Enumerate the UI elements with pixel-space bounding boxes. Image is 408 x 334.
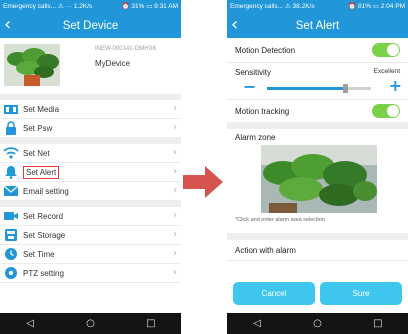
clock-icon bbox=[3, 247, 19, 261]
status-left: Emergency calls... ⚠ ··· 1.2K/s bbox=[3, 3, 93, 10]
chevron-right-icon: › bbox=[173, 248, 177, 259]
menu-label: Set Psw bbox=[23, 123, 53, 133]
sensitivity-value: Excellent bbox=[373, 68, 400, 75]
page-title: Set Device bbox=[62, 20, 119, 32]
back-icon[interactable]: ‹ bbox=[4, 14, 11, 36]
alarm-zone-hint: *Click and enter alarm area selection bbox=[235, 217, 325, 223]
slider-thumb[interactable] bbox=[342, 84, 348, 93]
status-right: ⏰ 81% ▭ 2:04 PM bbox=[348, 3, 405, 10]
ptz-icon bbox=[3, 266, 19, 280]
menu-item-ptz-setting[interactable]: PTZ setting › bbox=[0, 264, 181, 283]
video-camera-icon bbox=[3, 209, 19, 223]
mail-icon bbox=[3, 184, 19, 198]
chevron-right-icon: › bbox=[173, 267, 177, 278]
bell-icon bbox=[3, 165, 19, 179]
nav-back-icon[interactable]: ◁ bbox=[15, 313, 45, 334]
alarm-zone-section: Alarm zone *Click and enter alarm area s… bbox=[227, 129, 408, 233]
app-bar: ‹ Set Device bbox=[0, 14, 181, 38]
menu-label: Set Net bbox=[23, 148, 50, 158]
wifi-icon bbox=[3, 146, 19, 160]
status-left: Emergency calls... ⚠ 38.2K/s bbox=[230, 3, 315, 10]
slider-fill bbox=[267, 87, 345, 90]
menu-label: Set Time bbox=[23, 249, 55, 259]
device-name: MyDevice bbox=[95, 59, 131, 68]
menu-item-set-media[interactable]: Set Media › bbox=[0, 100, 181, 119]
menu-label: Set Storage bbox=[23, 230, 66, 240]
status-bar: Emergency calls... ⚠ 38.2K/s ⏰ 81% ▭ 2:0… bbox=[227, 0, 408, 14]
motion-tracking-row: Motion tracking bbox=[227, 100, 408, 122]
nav-recent-icon[interactable]: □ bbox=[363, 313, 393, 334]
set-device-screen: Emergency calls... ⚠ ··· 1.2K/s ⏰ 31% ▭ … bbox=[0, 0, 181, 334]
motion-detection-row: Motion Detection bbox=[227, 38, 408, 62]
nav-back-icon[interactable]: ◁ bbox=[242, 313, 272, 334]
status-right: ⏰ 31% ▭ 9:31 AM bbox=[121, 3, 178, 10]
chevron-right-icon: › bbox=[173, 147, 177, 158]
lock-icon bbox=[3, 121, 19, 135]
nav-home-icon[interactable]: ○ bbox=[75, 313, 105, 334]
app-bar: ‹ Set Alert bbox=[227, 14, 408, 38]
chevron-right-icon: › bbox=[173, 185, 177, 196]
system-nav-bar: ◁ ○ □ bbox=[0, 313, 181, 334]
divider bbox=[227, 260, 408, 261]
minus-icon[interactable]: − bbox=[243, 77, 256, 96]
menu-item-set-record[interactable]: Set Record › bbox=[0, 207, 181, 226]
arrow-right-icon bbox=[183, 166, 223, 198]
sensitivity-row: Sensitivity Excellent − + bbox=[227, 63, 408, 99]
menu-item-set-alert[interactable]: Set Alert › bbox=[0, 163, 181, 182]
divider bbox=[227, 122, 408, 129]
menu-item-set-psw[interactable]: Set Psw › bbox=[0, 119, 181, 138]
device-id: INEW-000141-GMHXK bbox=[95, 46, 157, 52]
motion-detection-label: Motion Detection bbox=[235, 46, 296, 55]
action-with-alarm-row[interactable]: Action with alarm bbox=[227, 240, 408, 260]
chevron-right-icon: › bbox=[173, 166, 177, 177]
nav-recent-icon[interactable]: □ bbox=[136, 313, 166, 334]
motion-detection-toggle[interactable] bbox=[372, 43, 400, 57]
plus-icon[interactable]: + bbox=[389, 76, 402, 95]
storage-icon bbox=[3, 228, 19, 242]
nav-home-icon[interactable]: ○ bbox=[302, 313, 332, 334]
menu-item-set-time[interactable]: Set Time › bbox=[0, 245, 181, 264]
alarm-zone-image[interactable] bbox=[261, 145, 377, 213]
menu-label: Email setting bbox=[23, 186, 69, 196]
menu-item-set-storage[interactable]: Set Storage › bbox=[0, 226, 181, 245]
device-thumbnail bbox=[4, 44, 60, 86]
alarm-zone-label: Alarm zone bbox=[235, 133, 276, 142]
toggle-knob bbox=[387, 105, 399, 117]
sensitivity-label: Sensitivity bbox=[235, 68, 272, 77]
sensitivity-slider[interactable] bbox=[267, 84, 371, 93]
device-card[interactable]: INEW-000141-GMHXK MyDevice bbox=[0, 38, 181, 94]
motion-tracking-label: Motion tracking bbox=[235, 107, 290, 116]
action-with-alarm-label: Action with alarm bbox=[235, 246, 296, 255]
chevron-right-icon: › bbox=[173, 210, 177, 221]
menu-label: Set Record bbox=[23, 211, 64, 221]
motion-tracking-toggle[interactable] bbox=[372, 104, 400, 118]
menu-item-set-net[interactable]: Set Net › bbox=[0, 144, 181, 163]
cancel-button[interactable]: Cancel bbox=[233, 282, 315, 305]
menu-item-email-setting[interactable]: Email setting › bbox=[0, 182, 181, 201]
back-icon[interactable]: ‹ bbox=[231, 14, 238, 36]
divider bbox=[227, 233, 408, 240]
menu-label: Set Media bbox=[23, 104, 60, 114]
set-alert-screen: Emergency calls... ⚠ 38.2K/s ⏰ 81% ▭ 2:0… bbox=[227, 0, 408, 334]
chevron-right-icon: › bbox=[173, 122, 177, 133]
menu-label: Set Alert bbox=[23, 165, 60, 179]
menu-label: PTZ setting bbox=[23, 268, 64, 278]
media-icon bbox=[3, 102, 19, 116]
toggle-knob bbox=[387, 44, 399, 56]
chevron-right-icon: › bbox=[173, 229, 177, 240]
page-title: Set Alert bbox=[295, 20, 340, 32]
sure-button[interactable]: Sure bbox=[320, 282, 402, 305]
status-bar: Emergency calls... ⚠ ··· 1.2K/s ⏰ 31% ▭ … bbox=[0, 0, 181, 14]
system-nav-bar: ◁ ○ □ bbox=[227, 313, 408, 334]
chevron-right-icon: › bbox=[173, 103, 177, 114]
